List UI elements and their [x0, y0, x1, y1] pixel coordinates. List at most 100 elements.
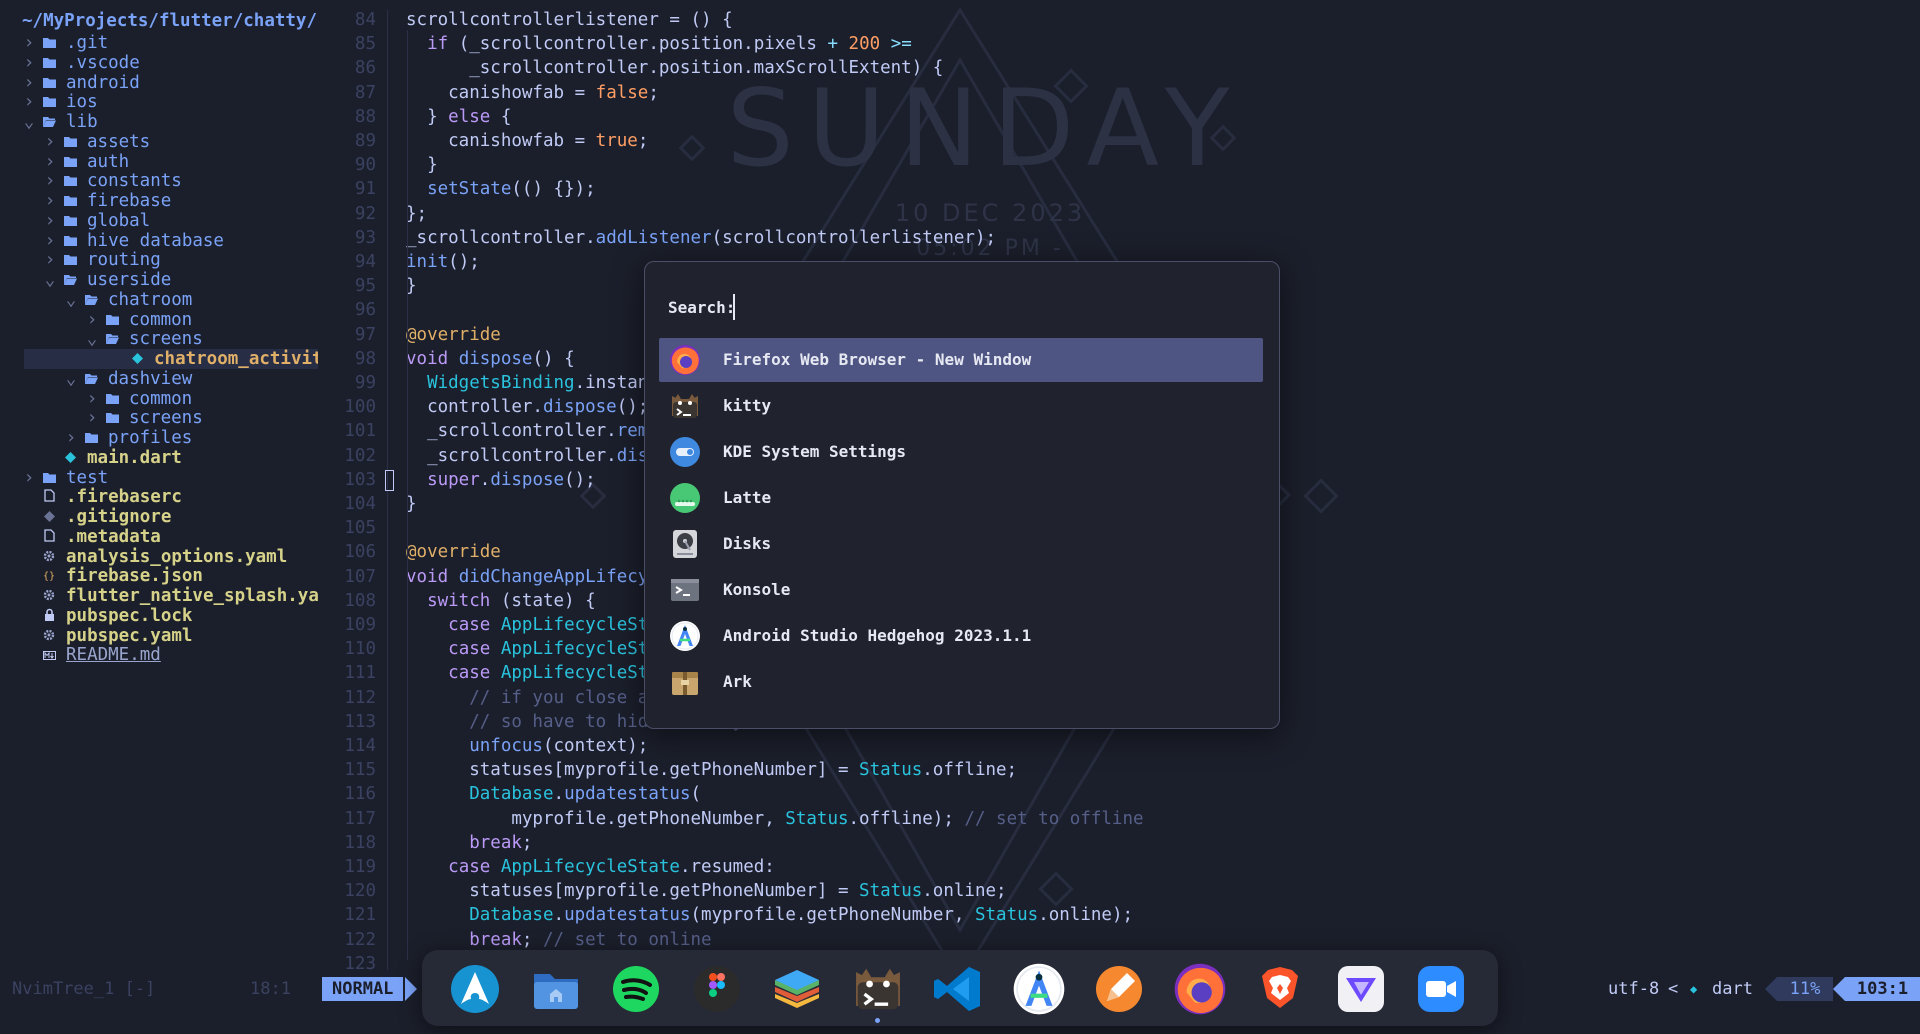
status-tree-buffer: NvimTree_1 [-]: [12, 979, 156, 999]
tree-item[interactable]: pubspec.yaml: [0, 626, 318, 646]
chevron-right-icon: ›: [44, 191, 56, 211]
dock-vscode[interactable]: [931, 962, 985, 1016]
tree-item[interactable]: › common: [0, 310, 318, 330]
tree-item[interactable]: ⌄ userside: [0, 270, 318, 290]
dock-arch[interactable]: [448, 962, 502, 1016]
code-line[interactable]: init();: [406, 252, 480, 272]
tree-item[interactable]: › screens: [0, 408, 318, 428]
code-line[interactable]: if (_scrollcontroller.position.pixels + …: [406, 34, 912, 54]
tree-item[interactable]: › constants: [0, 171, 318, 191]
dock-brave[interactable]: [1253, 962, 1307, 1016]
code-line[interactable]: _scrollcontroller.addListener(scrollcont…: [406, 228, 996, 248]
code-line[interactable]: case AppLifecycleState.resumed:: [406, 857, 775, 877]
dock-stack[interactable]: [770, 962, 824, 1016]
code-line[interactable]: switch (state) {: [406, 591, 596, 611]
line-number: 115: [344, 760, 376, 781]
code-line[interactable]: void dispose() {: [406, 349, 575, 369]
tree-root-path[interactable]: ~/MyProjects/flutter/chatty/: [0, 9, 318, 33]
tree-item-label: screens: [129, 408, 203, 429]
code-line[interactable]: } else {: [406, 107, 511, 127]
tree-item-label: chatroom_activit: [154, 349, 318, 369]
launcher-item[interactable]: Latte: [659, 476, 1263, 520]
chevron-right-icon: ›: [44, 230, 56, 251]
line-number: 88: [354, 106, 376, 127]
code-line[interactable]: };: [406, 204, 427, 224]
code-line[interactable]: Database.updatestatus(: [406, 784, 701, 804]
tree-item[interactable]: ⌄ screens: [0, 329, 318, 349]
tree-item[interactable]: chatroom_activit: [24, 349, 318, 369]
tree-item[interactable]: › global: [0, 211, 318, 231]
tree-item[interactable]: › assets: [0, 132, 318, 152]
code-line[interactable]: unfocus(context);: [406, 736, 648, 756]
dock-kitty[interactable]: [851, 962, 905, 1016]
tree-item[interactable]: › firebase: [0, 191, 318, 211]
dock-figma[interactable]: [690, 962, 744, 1016]
tree-item[interactable]: › routing: [0, 250, 318, 270]
code-line[interactable]: canishowfab = false;: [406, 83, 659, 103]
code-line[interactable]: break; // set to online: [406, 930, 711, 950]
dock-firefox[interactable]: [1173, 962, 1227, 1016]
tree-item[interactable]: › auth: [0, 152, 318, 172]
dock-pen[interactable]: [1092, 962, 1146, 1016]
tree-item[interactable]: › profiles: [0, 428, 318, 448]
tree-item[interactable]: › test: [0, 468, 318, 488]
tree-item[interactable]: › .git: [0, 33, 318, 53]
tree-item[interactable]: analysis_options.yaml: [0, 547, 318, 567]
file-icon: [38, 489, 60, 507]
tree-item[interactable]: {} firebase.json: [0, 566, 318, 586]
dock-spotify[interactable]: [609, 962, 663, 1016]
dock-zoom[interactable]: [1414, 962, 1468, 1016]
code-line[interactable]: @override: [406, 325, 501, 345]
tree-item[interactable]: › ios: [0, 92, 318, 112]
launcher-item[interactable]: kitty: [659, 384, 1263, 428]
line-number: 110: [344, 639, 376, 660]
status-separator: <: [1668, 979, 1679, 999]
chevron-right-icon: ›: [86, 309, 98, 330]
chevron-right-icon: ›: [44, 250, 56, 271]
tree-item[interactable]: ⌄ dashview: [0, 369, 318, 389]
code-line[interactable]: Database.updatestatus(myprofile.getPhone…: [406, 905, 1133, 925]
tree-root-label: ~/MyProjects/flutter/chatty/: [22, 11, 318, 31]
launcher-item[interactable]: Disks: [659, 522, 1263, 566]
launcher-item[interactable]: Konsole: [659, 568, 1263, 612]
search-input[interactable]: [733, 294, 1043, 320]
code-line[interactable]: statuses[myprofile.getPhoneNumber] = Sta…: [406, 881, 1006, 901]
code-line[interactable]: break;: [406, 833, 532, 853]
kde-settings-icon: [669, 436, 701, 468]
code-line[interactable]: @override: [406, 542, 501, 562]
dock-android-studio[interactable]: [1012, 962, 1066, 1016]
code-line[interactable]: super.dispose();: [406, 470, 596, 490]
tree-item[interactable]: › hive database: [0, 231, 318, 251]
tree-item[interactable]: ⌄ chatroom: [0, 290, 318, 310]
line-number: 87: [354, 82, 376, 103]
code-line[interactable]: canishowfab = true;: [406, 131, 648, 151]
code-line[interactable]: _scrollcontroller.position.maxScrollExte…: [406, 58, 943, 78]
tree-item[interactable]: flutter_native_splash.ya: [0, 586, 318, 606]
code-line[interactable]: setState(() {});: [406, 179, 596, 199]
chevron-right-icon: ›: [23, 52, 35, 73]
tree-item[interactable]: › android: [0, 73, 318, 93]
launcher-item[interactable]: Android Studio Hedgehog 2023.1.1: [659, 614, 1263, 658]
folder-icon: [101, 312, 123, 330]
code-line[interactable]: statuses[myprofile.getPhoneNumber] = Sta…: [406, 760, 1017, 780]
launcher-item[interactable]: Firefox Web Browser - New Window: [659, 338, 1263, 382]
tree-item[interactable]: › .vscode: [0, 53, 318, 73]
tree-item[interactable]: › common: [0, 389, 318, 409]
code-line[interactable]: controller.dispose();: [406, 397, 648, 417]
tree-item[interactable]: main.dart: [0, 448, 318, 468]
tree-item[interactable]: .gitignore: [0, 507, 318, 527]
launcher-item[interactable]: KDE System Settings: [659, 430, 1263, 474]
tree-item[interactable]: README.md: [0, 645, 318, 665]
line-number: 123: [344, 953, 376, 974]
code-line[interactable]: scrollcontrollerlistener = () {: [406, 10, 733, 30]
launcher-item[interactable]: Ark: [659, 660, 1263, 704]
tree-item[interactable]: pubspec.lock: [0, 606, 318, 626]
code-line[interactable]: myprofile.getPhoneNumber, Status.offline…: [406, 809, 1143, 829]
dock-files[interactable]: [529, 962, 583, 1016]
tree-item[interactable]: .firebaserc: [0, 487, 318, 507]
spotify-icon: [609, 966, 663, 1020]
dock-vpn[interactable]: [1334, 962, 1388, 1016]
code-line[interactable]: }: [406, 155, 438, 175]
tree-item[interactable]: ⌄ lib: [0, 112, 318, 132]
tree-item[interactable]: .metadata: [0, 527, 318, 547]
